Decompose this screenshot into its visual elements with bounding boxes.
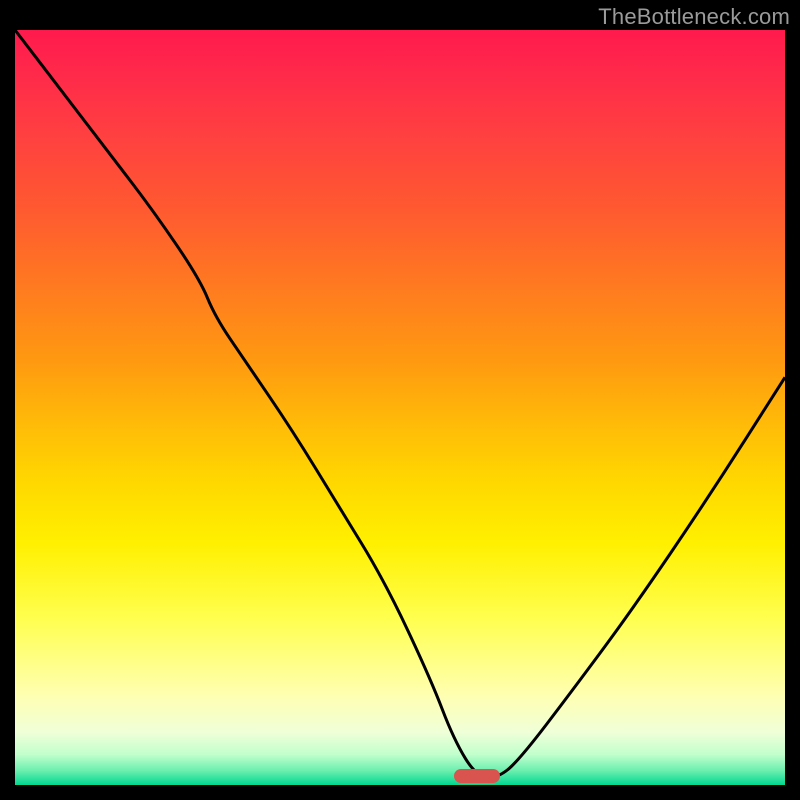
watermark-label: TheBottleneck.com <box>598 4 790 30</box>
plot-area <box>15 30 785 785</box>
minimum-marker <box>454 769 500 783</box>
curve-path <box>15 30 785 777</box>
bottleneck-curve <box>15 30 785 785</box>
chart-frame: TheBottleneck.com <box>0 0 800 800</box>
